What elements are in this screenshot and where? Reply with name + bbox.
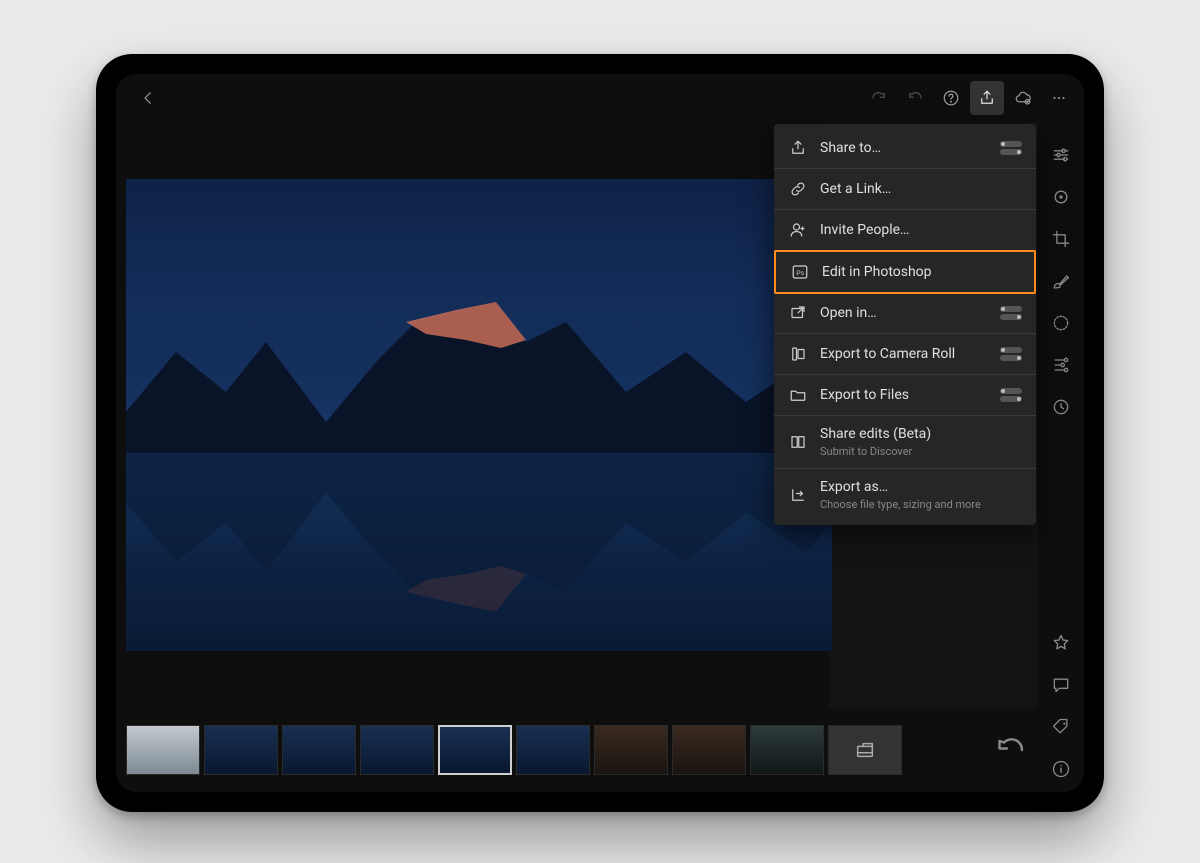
share-icon: [788, 138, 808, 158]
svg-text:Ps: Ps: [796, 270, 805, 277]
menu-label: Export as… Choose file type, sizing and …: [820, 479, 1022, 511]
filmstrip: [116, 708, 1038, 792]
thumbnail-9[interactable]: [750, 725, 824, 775]
menu-label: Invite People…: [820, 222, 1022, 239]
menu-export-camera-roll[interactable]: Export to Camera Roll: [774, 334, 1036, 375]
menu-sublabel: Submit to Discover: [820, 445, 1022, 458]
menu-open-in[interactable]: Open in…: [774, 293, 1036, 334]
menu-share-edits[interactable]: Share edits (Beta) Submit to Discover: [774, 416, 1036, 469]
menu-label: Edit in Photoshop: [822, 264, 1020, 281]
star-rating-icon[interactable]: [1048, 630, 1074, 656]
menu-label: Export to Files: [820, 387, 988, 404]
thumbnail-2[interactable]: [204, 725, 278, 775]
topbar: [116, 74, 1084, 122]
menu-label-text: Export as…: [820, 479, 888, 495]
app-screen: Share to… Get a Link… Invite People… Ps: [116, 74, 1084, 792]
menu-label: Get a Link…: [820, 181, 1022, 198]
menu-label: Open in…: [820, 305, 988, 322]
menu-export-to-files[interactable]: Export to Files: [774, 375, 1036, 416]
more-button[interactable]: [1042, 81, 1076, 115]
tablet-frame: Share to… Get a Link… Invite People… Ps: [96, 54, 1104, 812]
menu-edit-in-photoshop[interactable]: Ps Edit in Photoshop: [774, 250, 1036, 294]
menu-share-to[interactable]: Share to…: [774, 128, 1036, 169]
comments-icon[interactable]: [1048, 672, 1074, 698]
keywords-tag-icon[interactable]: [1048, 714, 1074, 740]
info-icon[interactable]: [1048, 756, 1074, 782]
menu-label: Share edits (Beta) Submit to Discover: [820, 426, 1022, 458]
camera-roll-icon: [788, 344, 808, 364]
photoshop-icon: Ps: [790, 262, 810, 282]
options-toggle-icon[interactable]: [1000, 141, 1022, 155]
crop-icon[interactable]: [1048, 226, 1074, 252]
healing-icon[interactable]: [1048, 184, 1074, 210]
thumbnail-4[interactable]: [360, 725, 434, 775]
options-toggle-icon[interactable]: [1000, 306, 1022, 320]
radial-gradient-icon[interactable]: [1048, 310, 1074, 336]
thumbnail-3[interactable]: [282, 725, 356, 775]
thumbnail-8[interactable]: [672, 725, 746, 775]
options-toggle-icon[interactable]: [1000, 388, 1022, 402]
menu-sublabel: Choose file type, sizing and more: [820, 498, 1022, 511]
filmstrip-undo-button[interactable]: [992, 732, 1028, 768]
thumbnail-6[interactable]: [516, 725, 590, 775]
adjust-sliders-icon[interactable]: [1048, 142, 1074, 168]
invite-people-icon: [788, 220, 808, 240]
brush-icon[interactable]: [1048, 268, 1074, 294]
presets-icon[interactable]: [1048, 352, 1074, 378]
options-toggle-icon[interactable]: [1000, 347, 1022, 361]
thumbnail-stack-icon[interactable]: [828, 725, 902, 775]
thumbnail-7[interactable]: [594, 725, 668, 775]
main-photo[interactable]: [126, 179, 832, 651]
help-button[interactable]: [934, 81, 968, 115]
menu-export-as[interactable]: Export as… Choose file type, sizing and …: [774, 469, 1036, 521]
share-button[interactable]: [970, 81, 1004, 115]
menu-get-a-link[interactable]: Get a Link…: [774, 169, 1036, 210]
thumbnail-5-selected[interactable]: [438, 725, 512, 775]
link-icon: [788, 179, 808, 199]
menu-invite-people[interactable]: Invite People…: [774, 210, 1036, 251]
share-menu: Share to… Get a Link… Invite People… Ps: [774, 124, 1036, 525]
folder-icon: [788, 385, 808, 405]
undo-button[interactable]: [898, 81, 932, 115]
thumbnail-1[interactable]: [126, 725, 200, 775]
back-button[interactable]: [131, 81, 165, 115]
menu-label: Share to…: [820, 140, 988, 157]
share-edits-icon: [788, 432, 808, 452]
open-in-icon: [788, 303, 808, 323]
tool-rail: [1038, 122, 1084, 792]
menu-label: Export to Camera Roll: [820, 346, 988, 363]
cloud-sync-button[interactable]: [1006, 81, 1040, 115]
redo-button[interactable]: [862, 81, 896, 115]
menu-label-text: Share edits (Beta): [820, 426, 931, 442]
export-as-icon: [788, 485, 808, 505]
versions-icon[interactable]: [1048, 394, 1074, 420]
